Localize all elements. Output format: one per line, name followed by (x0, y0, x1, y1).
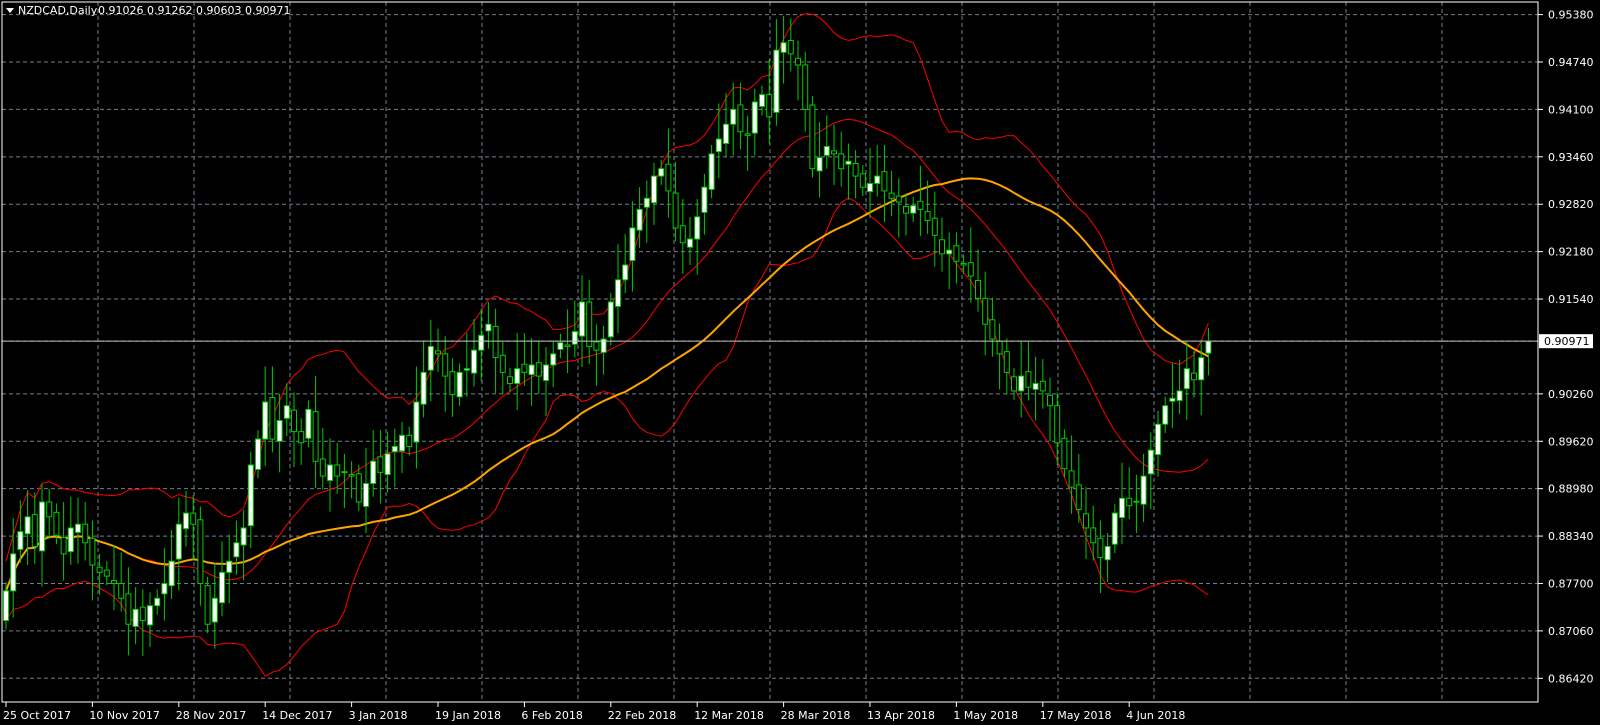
x-tick-label: 12 Mar 2018 (694, 709, 764, 722)
y-tick-label: 0.91540 (1548, 293, 1594, 306)
y-tick-label: 0.87700 (1548, 577, 1594, 590)
price-chart[interactable]: 0.95380 0.94740 0.94100 0.93460 0.92820 0.921… (0, 0, 1600, 725)
y-tick-label: 0.88340 (1548, 530, 1594, 543)
x-tick-label: 25 Oct 2017 (3, 709, 71, 722)
y-tick-label: 0.92820 (1548, 198, 1594, 211)
x-tick-label: 14 Dec 2017 (262, 709, 332, 722)
ohlc-values: 0.91026 0.91262 0.90603 0.90971 (98, 4, 290, 17)
x-tick-label: 6 Feb 2018 (521, 709, 582, 722)
y-tick-label: 0.90260 (1548, 388, 1594, 401)
candle (809, 96, 816, 178)
current-price-label: 0.90971 (1544, 335, 1590, 348)
x-tick-label: 28 Nov 2017 (176, 709, 246, 722)
symbol-label: NZDCAD,Daily (18, 4, 98, 17)
x-tick-label: 17 May 2018 (1040, 709, 1112, 722)
y-tick-label: 0.87060 (1548, 625, 1594, 638)
chart-header: NZDCAD,Daily 0.91026 0.91262 0.90603 0.9… (6, 4, 290, 17)
x-tick-label: 19 Jan 2018 (435, 709, 501, 722)
chart-background (0, 0, 1600, 725)
x-tick-label: 3 Jan 2018 (349, 709, 408, 722)
x-tick-label: 13 Apr 2018 (867, 709, 935, 722)
y-tick-label: 0.93460 (1548, 151, 1594, 164)
y-tick-label: 0.95380 (1548, 9, 1594, 22)
y-tick-label: 0.86420 (1548, 672, 1594, 685)
x-tick-label: 22 Feb 2018 (608, 709, 676, 722)
y-tick-label: 0.89620 (1548, 435, 1594, 448)
x-tick-label: 1 May 2018 (953, 709, 1018, 722)
y-tick-label: 0.94740 (1548, 56, 1594, 69)
y-tick-label: 0.88980 (1548, 483, 1594, 496)
x-tick-label: 4 Jun 2018 (1126, 709, 1185, 722)
y-tick-label: 0.92180 (1548, 246, 1594, 259)
x-tick-label: 10 Nov 2017 (89, 709, 159, 722)
y-tick-label: 0.94100 (1548, 103, 1594, 116)
x-tick-label: 28 Mar 2018 (781, 709, 851, 722)
candle (204, 576, 211, 634)
